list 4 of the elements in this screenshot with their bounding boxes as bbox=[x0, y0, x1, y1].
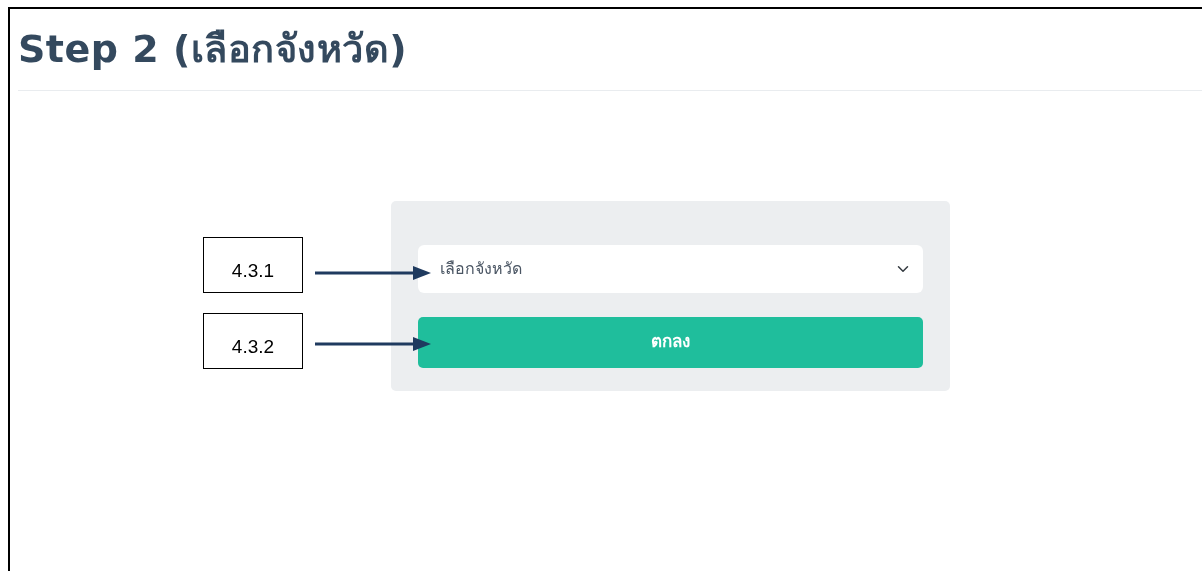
page-title: Step 2 (เลือกจังหวัด) bbox=[17, 26, 409, 73]
callout-label: 4.3.2 bbox=[203, 312, 303, 369]
province-select[interactable]: เลือกจังหวัด bbox=[418, 244, 923, 293]
callout-label: 4.3.1 bbox=[203, 236, 303, 293]
